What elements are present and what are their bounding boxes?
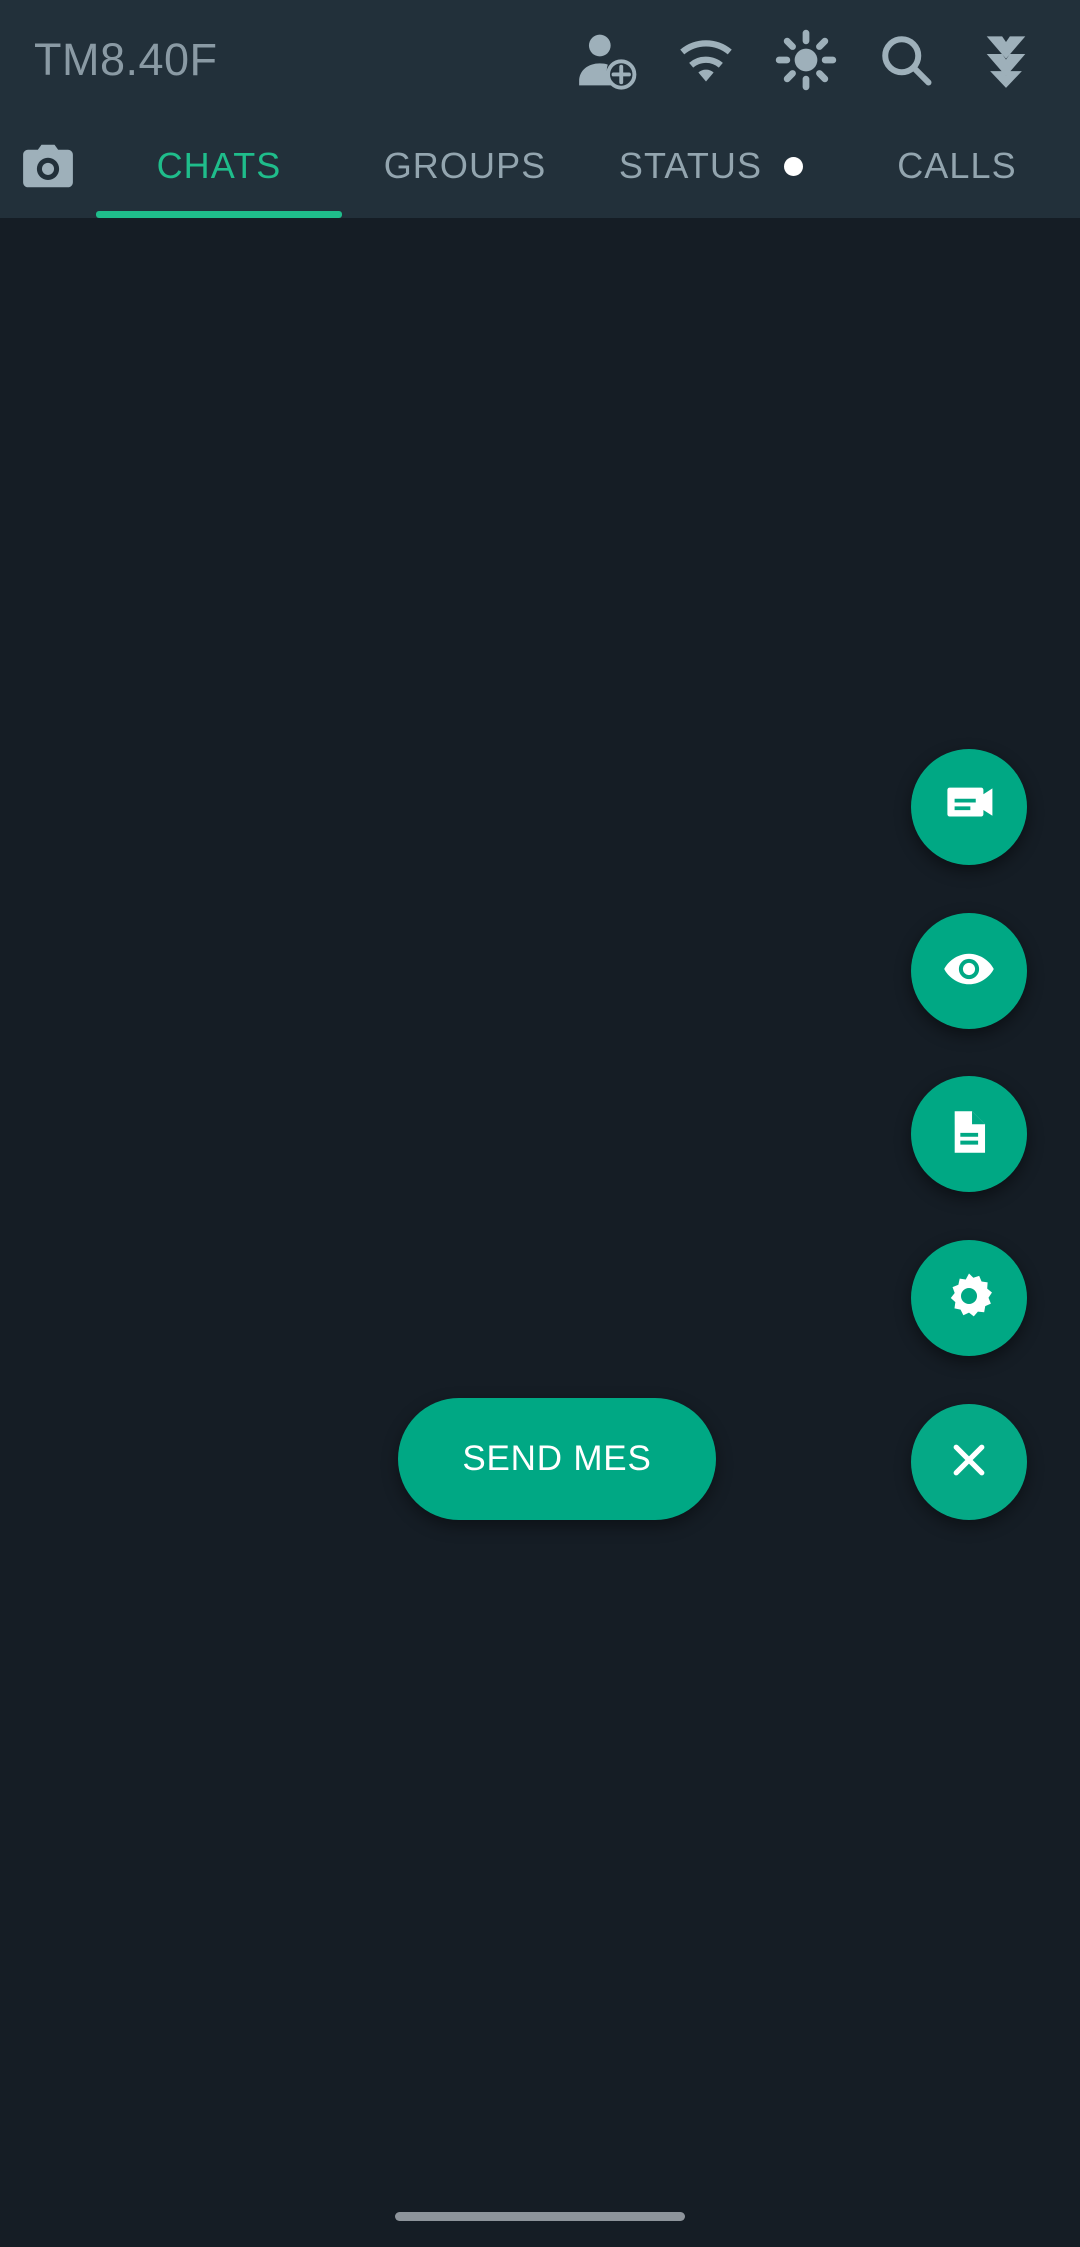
tab-status[interactable]: STATUS xyxy=(588,120,834,212)
tab-chats-label: CHATS xyxy=(156,145,282,186)
close-icon xyxy=(945,1436,993,1489)
tab-calls-label: CALLS xyxy=(897,145,1017,186)
top-app-bar: TM8.40F xyxy=(0,0,1080,120)
send-message-label: SEND MES xyxy=(462,1439,652,1478)
topbar-actions xyxy=(556,10,1056,110)
view-status-fab[interactable] xyxy=(911,913,1027,1029)
tab-bar: CHATS GROUPS STATUS CALLS xyxy=(0,120,1080,218)
status-badge xyxy=(784,156,804,176)
page-title: TM8.40F xyxy=(34,34,218,85)
tab-groups-label: GROUPS xyxy=(383,145,547,186)
tab-calls[interactable]: CALLS xyxy=(834,120,1080,212)
message-bubble-icon xyxy=(942,778,996,837)
search-icon[interactable] xyxy=(856,10,956,110)
new-message-fab[interactable] xyxy=(911,749,1027,865)
send-message-button[interactable]: SEND MES xyxy=(398,1398,716,1520)
system-navigation-bar xyxy=(0,2185,1080,2247)
tab-chats[interactable]: CHATS xyxy=(96,120,342,218)
close-fab[interactable] xyxy=(911,1404,1027,1520)
app-root: TM8.40F CHATS GROUPS STATUS CALLS SEND M… xyxy=(0,0,1080,2247)
camera-icon[interactable] xyxy=(0,120,96,212)
active-tab-indicator xyxy=(96,211,342,218)
settings-fab[interactable] xyxy=(911,1240,1027,1356)
chat-list-area: SEND MES xyxy=(0,218,1080,2185)
eye-icon xyxy=(942,942,996,1001)
tab-groups[interactable]: GROUPS xyxy=(342,120,588,212)
chevrons-down-icon[interactable] xyxy=(956,10,1056,110)
tab-status-label: STATUS xyxy=(618,145,763,186)
add-person-icon[interactable] xyxy=(556,10,656,110)
document-fab[interactable] xyxy=(911,1076,1027,1192)
wifi-icon[interactable] xyxy=(656,10,756,110)
brightness-icon[interactable] xyxy=(756,10,856,110)
document-icon xyxy=(943,1106,995,1163)
gear-icon xyxy=(943,1270,995,1327)
gesture-handle[interactable] xyxy=(395,2211,685,2221)
